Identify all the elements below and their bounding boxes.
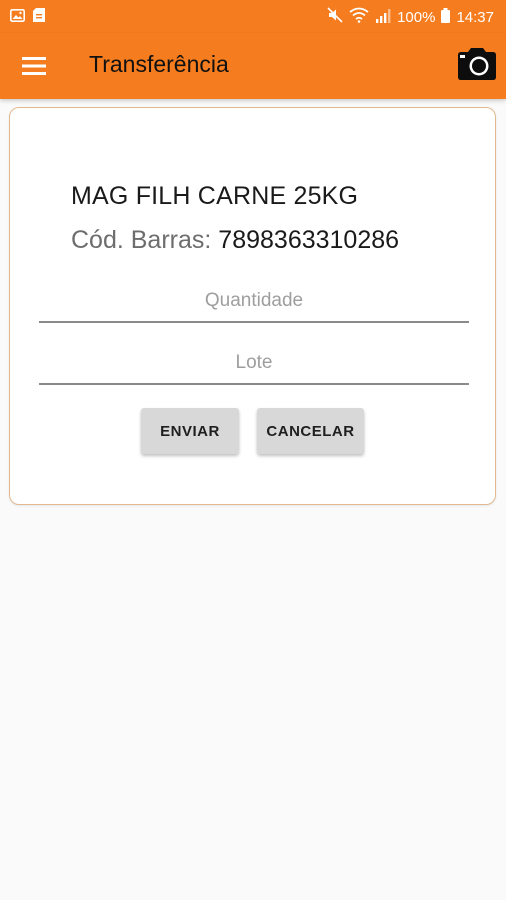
send-button[interactable]: ENVIAR (141, 408, 239, 454)
camera-button[interactable] (457, 47, 497, 81)
menu-button[interactable] (18, 53, 50, 79)
clock: 14:37 (456, 8, 494, 26)
app-bar: Transferência (0, 33, 506, 99)
barcode-value: 7898363310286 (218, 226, 400, 254)
battery-icon (441, 7, 451, 27)
battery-percent: 100% (397, 8, 436, 26)
status-bar-left (10, 8, 45, 26)
cancel-button[interactable]: CANCELAR (257, 408, 364, 454)
wifi-icon (349, 7, 369, 27)
sd-card-icon (33, 8, 45, 26)
transfer-card: MAG FILH CARNE 25KG Cód. Barras: 7898363… (9, 107, 496, 505)
signal-icon (375, 8, 391, 27)
status-bar: 100% 14:37 (0, 0, 506, 33)
barcode-row: Cód. Barras: 7898363310286 (71, 226, 399, 255)
barcode-label: Cód. Barras: (71, 226, 212, 254)
camera-icon (458, 48, 496, 80)
image-icon (10, 8, 25, 26)
lot-input[interactable] (39, 343, 469, 385)
quantity-input[interactable] (39, 281, 469, 323)
status-bar-right: 100% 14:37 (327, 7, 494, 27)
page-title: Transferência (89, 51, 229, 77)
menu-icon (22, 57, 46, 75)
product-name: MAG FILH CARNE 25KG (71, 182, 359, 210)
mute-icon (327, 7, 343, 27)
